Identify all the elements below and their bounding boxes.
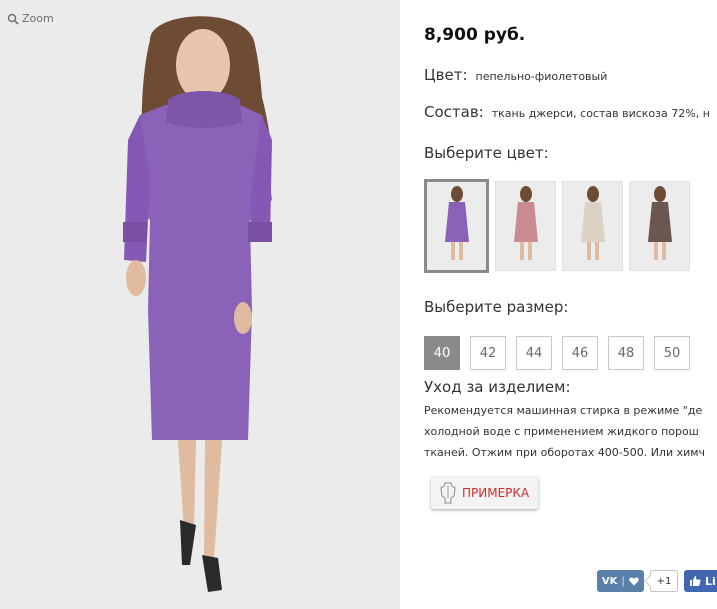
product-price: 8,900 руб. — [424, 25, 526, 45]
try-on-label: ПРИМЕРКА — [462, 486, 530, 500]
share-count: +1 — [650, 570, 678, 592]
swatch-dress-shape — [648, 202, 672, 242]
color-label: Цвет: — [424, 66, 468, 84]
color-swatch-brown[interactable] — [629, 181, 690, 271]
vk-logo-icon: VK — [601, 575, 618, 587]
size-option[interactable]: 42 — [470, 336, 506, 370]
facebook-like-button[interactable]: Li — [684, 570, 717, 592]
swatch-dress-image — [514, 186, 538, 260]
facebook-like-label: Li — [705, 574, 716, 588]
try-on-button[interactable]: ПРИМЕРКА — [431, 477, 539, 509]
swatch-dress-image — [648, 186, 672, 260]
thumbs-up-icon — [690, 576, 701, 586]
care-line: тканей. Отжим при оборотах 400-500. Или … — [424, 446, 706, 459]
swatch-dress-shape — [445, 202, 469, 242]
vk-like-button[interactable]: VK | — [597, 570, 644, 592]
social-share: VK | +1 Li — [597, 570, 717, 592]
swatch-dress-image — [445, 186, 469, 260]
care-line: Рекомендуется машинная стирка в режиме "… — [424, 404, 703, 417]
composition-label: Состав: — [424, 103, 484, 121]
heart-icon — [629, 577, 639, 585]
swatch-dress-image — [581, 186, 605, 260]
care-heading: Уход за изделием: — [424, 378, 571, 396]
color-swatch-pink[interactable] — [495, 181, 556, 271]
mannequin-icon — [440, 482, 456, 504]
model-in-dress-image — [123, 16, 272, 592]
swatch-dress-shape — [514, 202, 538, 242]
choose-size-heading: Выберите размер: — [424, 298, 569, 316]
size-option[interactable]: 50 — [654, 336, 690, 370]
color-swatches — [424, 179, 690, 273]
swatch-dress-shape — [581, 202, 605, 242]
composition-value: ткань джерси, состав вискоза 72%, н — [491, 107, 710, 120]
care-text: Рекомендуется машинная стирка в режиме "… — [424, 400, 705, 463]
color-row: Цвет: пепельно-фиолетовый — [424, 66, 607, 84]
color-swatch-purple[interactable] — [424, 179, 489, 273]
choose-color-heading: Выберите цвет: — [424, 144, 549, 162]
composition-row: Состав: ткань джерси, состав вискоза 72%… — [424, 103, 710, 121]
color-swatch-beige[interactable] — [562, 181, 623, 271]
size-option[interactable]: 46 — [562, 336, 598, 370]
care-line: холодной воде с применением жидкого поро… — [424, 425, 699, 438]
size-option[interactable]: 48 — [608, 336, 644, 370]
size-options: 40 42 44 46 48 50 — [424, 336, 690, 370]
product-info: 8,900 руб. Цвет: пепельно-фиолетовый Сос… — [424, 0, 717, 609]
size-option[interactable]: 40 — [424, 336, 460, 370]
product-photo[interactable]: Zoom — [0, 0, 400, 609]
size-option[interactable]: 44 — [516, 336, 552, 370]
color-value: пепельно-фиолетовый — [475, 70, 608, 83]
